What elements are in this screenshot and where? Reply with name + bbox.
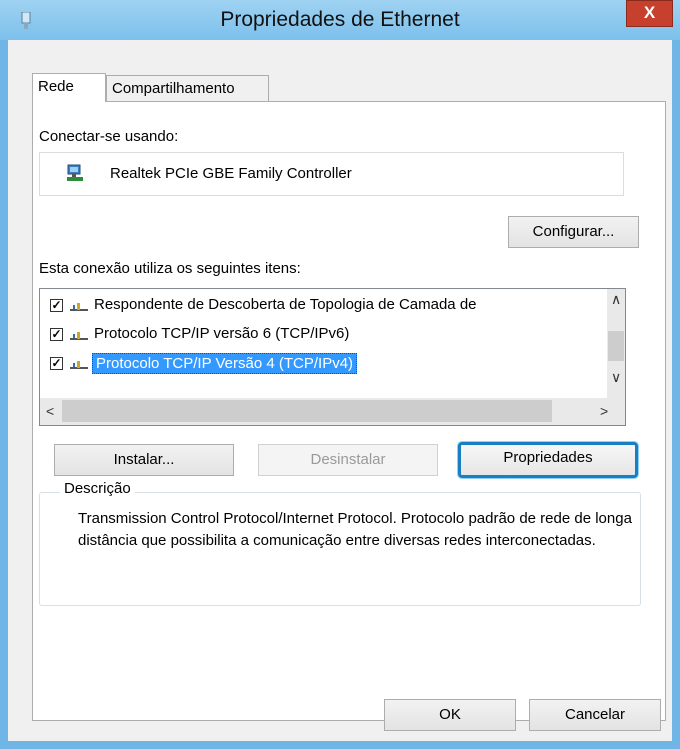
scroll-right-icon[interactable]: > xyxy=(600,403,608,419)
properties-button[interactable]: Propriedades xyxy=(458,442,638,478)
cancel-button-label: Cancelar xyxy=(564,706,626,723)
dialog-window: Propriedades de Ethernet X Rede Comparti… xyxy=(0,0,680,749)
scroll-left-icon[interactable]: < xyxy=(46,403,54,419)
install-button-label: Instalar... xyxy=(113,451,175,468)
uninstall-button-label: Desinstalar xyxy=(310,451,386,468)
configure-button[interactable]: Configurar... xyxy=(508,216,639,248)
list-item-selected[interactable]: ✓ Protocolo TCP/IP Versão 4 (TCP/IPv4) xyxy=(40,349,600,378)
ok-button-label: OK xyxy=(439,706,461,723)
adapter-box: Realtek PCIe GBE Family Controller xyxy=(39,152,624,196)
items-label: Esta conexão utiliza os seguintes itens: xyxy=(39,260,301,277)
tab-rede[interactable]: Rede xyxy=(32,73,106,102)
tab-compartilhamento[interactable]: Compartilhamento xyxy=(106,75,269,102)
list-item[interactable]: ✓ Protocolo TCP/IP versão 6 (TCP/IPv6) xyxy=(40,320,600,349)
close-button[interactable]: X xyxy=(626,0,673,27)
scroll-down-icon[interactable]: ∨ xyxy=(611,369,621,386)
item-checkbox[interactable]: ✓ xyxy=(50,357,63,370)
item-label: Respondente de Descoberta de Topologia d… xyxy=(94,296,477,313)
configure-button-label: Configurar... xyxy=(532,223,615,240)
item-checkbox[interactable]: ✓ xyxy=(50,328,63,341)
scroll-up-icon[interactable]: ∧ xyxy=(611,291,621,308)
adapter-name: Realtek PCIe GBE Family Controller xyxy=(110,165,352,182)
protocol-icon xyxy=(70,361,88,369)
dialog-body: Rede Compartilhamento Conectar-se usando… xyxy=(8,40,672,741)
protocol-icon xyxy=(70,303,88,311)
connect-using-label: Conectar-se usando: xyxy=(39,128,179,145)
properties-button-label: Propriedades xyxy=(503,449,593,466)
window-title: Propriedades de Ethernet xyxy=(220,8,460,31)
ok-button[interactable]: OK xyxy=(384,699,516,731)
scroll-thumb[interactable] xyxy=(608,331,624,361)
uninstall-button[interactable]: Desinstalar xyxy=(258,444,438,476)
title-bar[interactable]: Propriedades de Ethernet X xyxy=(0,0,680,40)
description-title: Descrição xyxy=(60,480,135,497)
scroll-thumb-horizontal[interactable] xyxy=(62,400,552,422)
protocol-icon xyxy=(70,332,88,340)
horizontal-scrollbar[interactable]: < > xyxy=(40,398,625,425)
components-list[interactable]: ✓ Respondente de Descoberta de Topologia… xyxy=(39,288,626,426)
item-checkbox[interactable]: ✓ xyxy=(50,299,63,312)
network-adapter-icon xyxy=(67,164,83,181)
cancel-button[interactable]: Cancelar xyxy=(529,699,661,731)
vertical-scrollbar[interactable]: ∧ ∨ xyxy=(607,289,625,398)
item-label: Protocolo TCP/IP Versão 4 (TCP/IPv4) xyxy=(92,353,358,374)
description-text: Transmission Control Protocol/Internet P… xyxy=(78,510,632,549)
install-button[interactable]: Instalar... xyxy=(54,444,234,476)
item-label: Protocolo TCP/IP versão 6 (TCP/IPv6) xyxy=(94,325,350,342)
list-item[interactable]: ✓ Respondente de Descoberta de Topologia… xyxy=(40,291,600,320)
